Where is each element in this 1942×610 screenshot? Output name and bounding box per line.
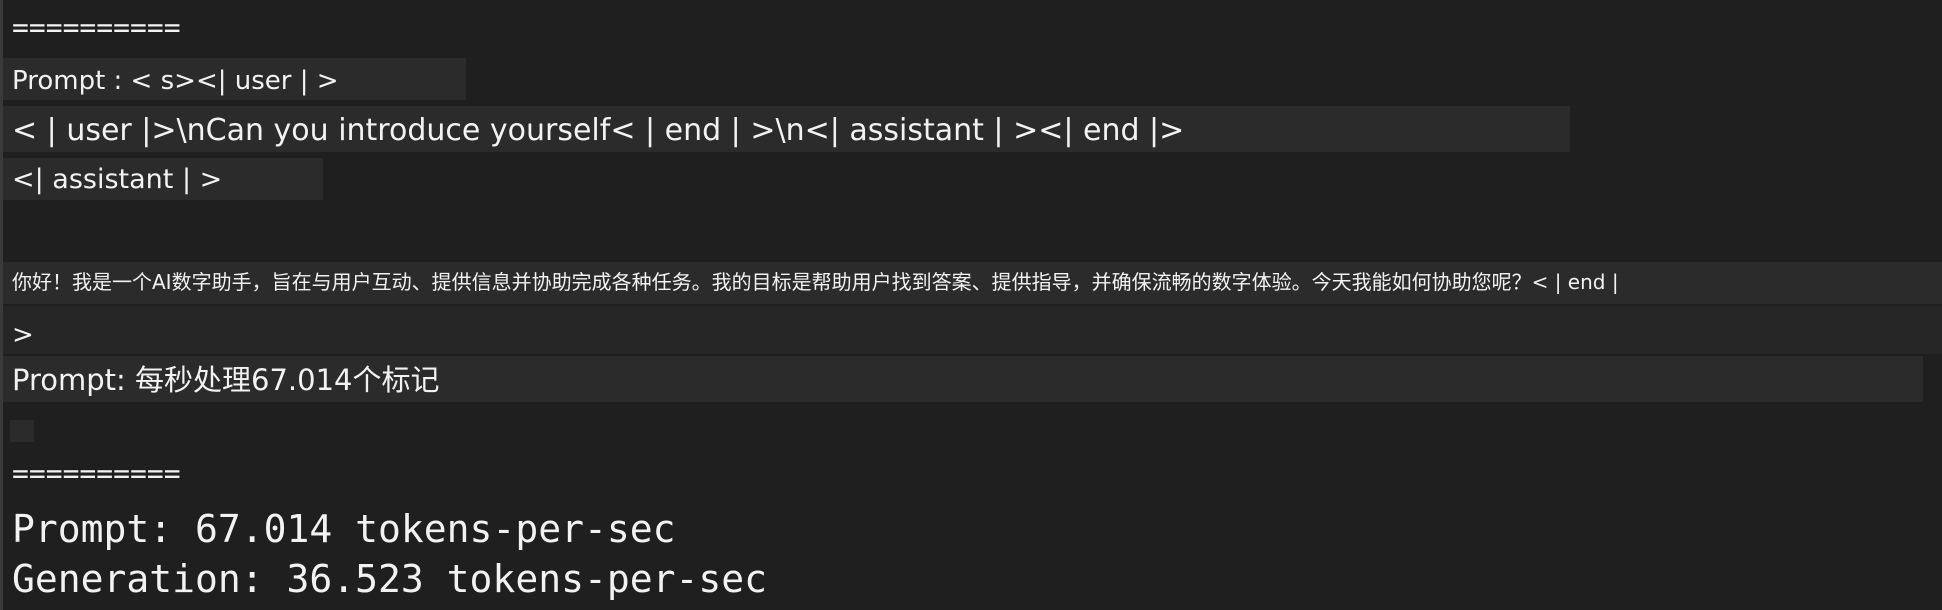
separator-bottom: ========== xyxy=(12,457,181,490)
stat-prompt-line: Prompt: 67.014 tokens-per-sec xyxy=(12,507,676,551)
highlight-block-7 xyxy=(10,420,34,442)
response-continuation: > xyxy=(12,320,34,350)
prompt-line-2: < | user |>\nCan you introduce yourself<… xyxy=(12,113,1185,148)
terminal-window: ========== Prompt : < s><| user | > < | … xyxy=(0,0,1942,610)
separator-top: ========== xyxy=(12,11,181,44)
highlight-block-5 xyxy=(3,306,1942,354)
stat-generation-line: Generation: 36.523 tokens-per-sec xyxy=(12,557,767,601)
response-line: 你好！我是一个AI数字助手，旨在与用户互动、提供信息并协助完成各种任务。我的目标… xyxy=(12,270,1619,294)
translated-stats-line: Prompt: 每秒处理67.014个标记 xyxy=(12,363,440,397)
prompt-line-3: <| assistant | > xyxy=(12,164,223,195)
prompt-line-1: Prompt : < s><| user | > xyxy=(12,66,339,96)
